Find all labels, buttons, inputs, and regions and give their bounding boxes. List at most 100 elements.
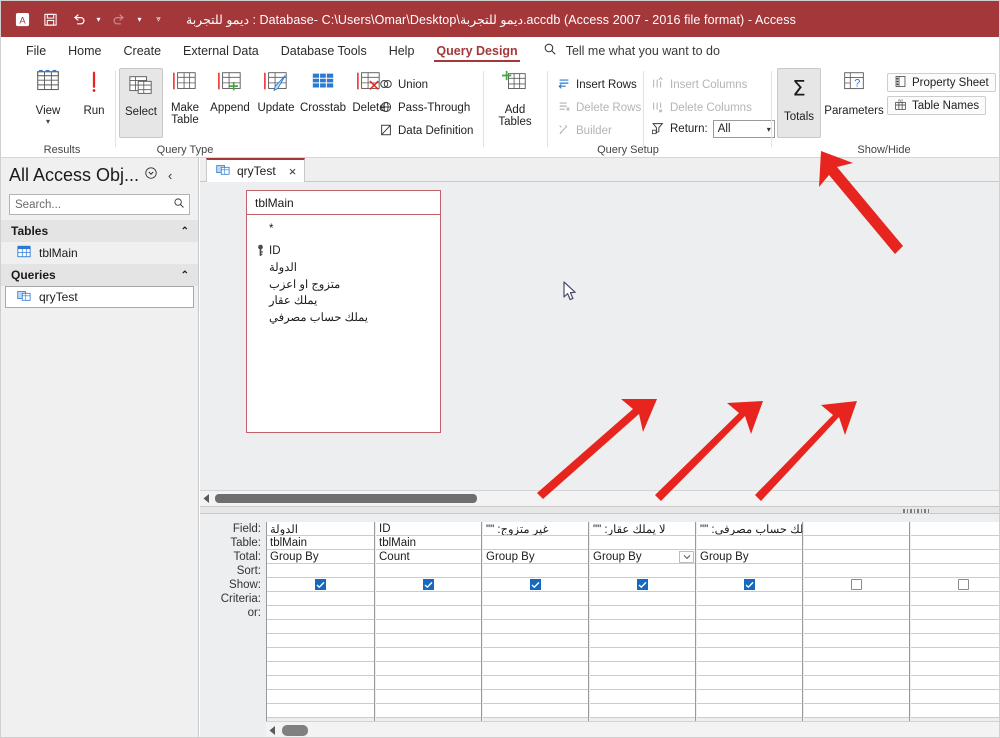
tab-query-design[interactable]: Query Design <box>425 37 528 65</box>
undo-dropdown-icon[interactable]: ▾ <box>93 7 104 31</box>
redo-dropdown-icon[interactable]: ▾ <box>134 7 145 31</box>
qbe-cell-criteria[interactable] <box>376 592 481 606</box>
qbe-cell-sort[interactable] <box>267 564 374 578</box>
tab-file[interactable]: File <box>15 37 57 65</box>
return-control[interactable]: Return: All ▾ <box>651 119 775 139</box>
qbe-cell-blank[interactable] <box>911 648 999 662</box>
qbe-cell-blank[interactable] <box>697 634 802 648</box>
qbe-cell-total[interactable]: Count <box>376 550 481 564</box>
pass-through-button[interactable]: Pass-Through <box>379 98 470 118</box>
run-button[interactable]: Run <box>67 69 121 117</box>
pane-splitter[interactable] <box>200 506 999 514</box>
qbe-column-6[interactable] <box>804 522 910 722</box>
qbe-cell-field[interactable] <box>804 522 909 536</box>
qbe-column-2[interactable]: ID tblMain Count <box>376 522 482 722</box>
qbe-cell-blank[interactable] <box>590 690 695 704</box>
hscrollbar-thumb[interactable] <box>215 494 477 503</box>
qbe-cell-blank[interactable] <box>590 704 695 718</box>
view-dropdown-icon[interactable]: ▾ <box>46 117 50 126</box>
qbe-cell-blank[interactable] <box>483 620 588 634</box>
qbe-cell-blank[interactable] <box>697 648 802 662</box>
qbe-scrollbar-thumb[interactable] <box>282 725 308 736</box>
qbe-cell-blank[interactable] <box>697 704 802 718</box>
qbe-cell-blank[interactable] <box>911 704 999 718</box>
sidebar-item-tblmain[interactable]: tblMain <box>1 242 198 264</box>
qbe-cell-blank[interactable] <box>804 648 909 662</box>
qbe-cell-total[interactable]: Group By <box>267 550 374 564</box>
qbe-cell-or[interactable] <box>376 606 481 620</box>
qbe-cell-or[interactable] <box>911 606 999 620</box>
checkbox-checked-icon[interactable] <box>315 579 326 590</box>
design-surface-hscrollbar[interactable] <box>200 490 999 506</box>
qbe-cell-criteria[interactable] <box>590 592 695 606</box>
qbe-cell-blank[interactable] <box>804 620 909 634</box>
qbe-cell-table[interactable] <box>804 536 909 550</box>
qbe-cell-blank[interactable] <box>376 634 481 648</box>
qbe-column-5[interactable]: "" :يملك حساب مصرفي Group By <box>697 522 803 722</box>
qbe-columns[interactable]: الدولة tblMain Group By ID tblMain Count "" :غ… <box>266 522 999 722</box>
qbe-cell-blank[interactable] <box>483 648 588 662</box>
checkbox-checked-icon[interactable] <box>423 579 434 590</box>
union-button[interactable]: Union <box>379 75 428 95</box>
qbe-cell-field[interactable] <box>911 522 999 536</box>
qbe-column-1[interactable]: الدولة tblMain Group By <box>267 522 375 722</box>
qbe-cell-blank[interactable] <box>804 634 909 648</box>
qbe-cell-blank[interactable] <box>267 704 374 718</box>
qbe-cell-show[interactable] <box>483 578 588 592</box>
qbe-cell-blank[interactable] <box>804 704 909 718</box>
qbe-cell-table[interactable] <box>590 536 695 550</box>
qbe-cell-table[interactable] <box>911 536 999 550</box>
qbe-cell-field[interactable]: الدولة <box>267 522 374 536</box>
nav-pane-menu-icon[interactable] <box>144 166 158 185</box>
qbe-cell-sort[interactable] <box>483 564 588 578</box>
qbe-cell-blank[interactable] <box>590 634 695 648</box>
qbe-cell-blank[interactable] <box>911 676 999 690</box>
qbe-column-3[interactable]: "" :غير متزوج Group By <box>483 522 589 722</box>
qbe-cell-field[interactable]: "" :لا يملك عقار <box>590 522 695 536</box>
qbe-cell-blank[interactable] <box>267 634 374 648</box>
tab-database-tools[interactable]: Database Tools <box>270 37 378 65</box>
qbe-cell-criteria[interactable] <box>267 592 374 606</box>
field-row-marital[interactable]: متزوج او اعزب <box>247 276 440 293</box>
qbe-cell-blank[interactable] <box>697 662 802 676</box>
qbe-cell-blank[interactable] <box>697 690 802 704</box>
qbe-cell-blank[interactable] <box>376 704 481 718</box>
qbe-column-4[interactable]: "" :لا يملك عقار Group By <box>590 522 696 722</box>
qbe-cell-blank[interactable] <box>804 690 909 704</box>
qbe-cell-total[interactable]: Group By <box>590 550 695 564</box>
qbe-cell-criteria[interactable] <box>911 592 999 606</box>
chevron-down-icon[interactable] <box>679 551 694 563</box>
table-box-tblmain[interactable]: tblMain * ID الدولة متزوج او اعزب يملك ع… <box>246 190 441 433</box>
query-type-make-table-button[interactable]: Make Table <box>163 69 207 126</box>
tab-home[interactable]: Home <box>57 37 112 65</box>
qbe-cell-table[interactable] <box>697 536 802 550</box>
qbe-cell-blank[interactable] <box>376 620 481 634</box>
qbe-cell-blank[interactable] <box>267 662 374 676</box>
parameters-button[interactable]: ? Parameters <box>823 69 885 117</box>
qbe-cell-sort[interactable] <box>911 564 999 578</box>
qbe-cell-or[interactable] <box>267 606 374 620</box>
qbe-cell-blank[interactable] <box>483 704 588 718</box>
qbe-cell-show[interactable] <box>804 578 909 592</box>
qbe-cell-blank[interactable] <box>267 690 374 704</box>
qbe-cell-blank[interactable] <box>483 662 588 676</box>
qbe-cell-or[interactable] <box>590 606 695 620</box>
qbe-cell-or[interactable] <box>697 606 802 620</box>
insert-rows-button[interactable]: Insert Rows <box>557 75 637 95</box>
qbe-cell-blank[interactable] <box>376 676 481 690</box>
qbe-cell-blank[interactable] <box>804 662 909 676</box>
qbe-cell-blank[interactable] <box>590 620 695 634</box>
query-type-crosstab-button[interactable]: Crosstab <box>299 69 347 114</box>
qbe-cell-blank[interactable] <box>590 676 695 690</box>
qbe-cell-total[interactable] <box>911 550 999 564</box>
qbe-cell-show[interactable] <box>267 578 374 592</box>
qbe-cell-or[interactable] <box>804 606 909 620</box>
nav-pane-collapse-icon[interactable]: ‹ <box>168 168 172 183</box>
field-row-id[interactable]: ID <box>247 243 440 260</box>
query-type-update-button[interactable]: Update <box>253 69 299 114</box>
qbe-cell-total[interactable]: Group By <box>697 550 802 564</box>
qbe-cell-field[interactable]: "" :غير متزوج <box>483 522 588 536</box>
tell-me-box[interactable]: Tell me what you want to do <box>543 42 720 61</box>
property-sheet-button[interactable]: Property Sheet <box>887 73 996 92</box>
qbe-cell-total[interactable]: Group By <box>483 550 588 564</box>
